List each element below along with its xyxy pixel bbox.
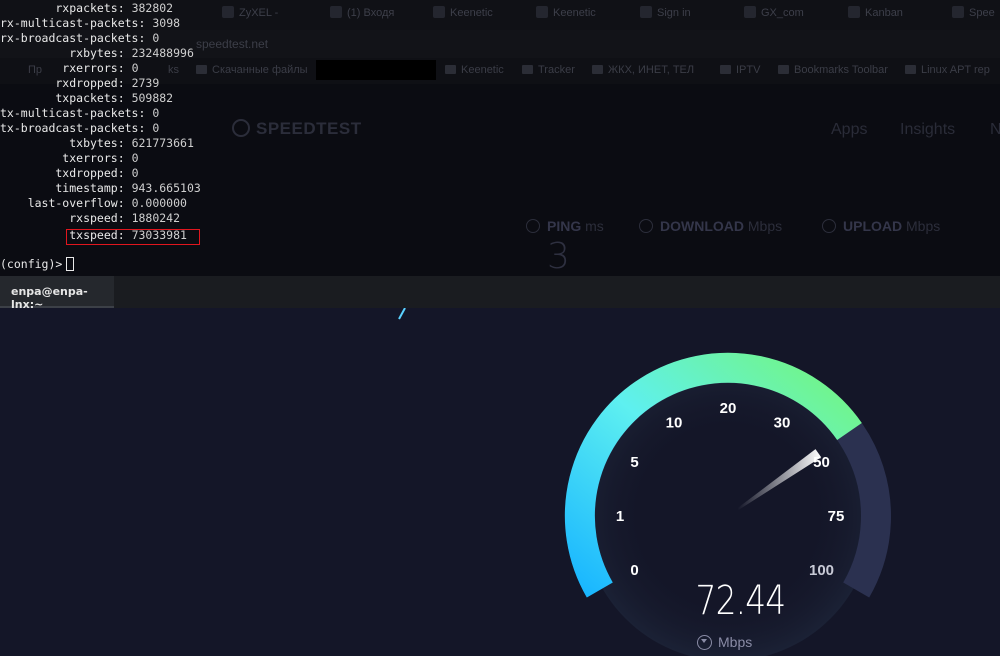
- terminal-line: tx-broadcast-packets: 0: [0, 121, 160, 135]
- terminal-output[interactable]: rxpackets: 382802 rx-multicast-packets: …: [0, 0, 1000, 276]
- terminal-line: timestamp: 943.665103: [0, 181, 201, 195]
- download-arrow-icon: [697, 635, 712, 650]
- highlight-box: [66, 229, 200, 245]
- terminal-line: txbytes: 621773661: [0, 136, 194, 150]
- gauge-tick-label: 100: [809, 562, 834, 579]
- speed-unit: Mbps: [697, 634, 752, 650]
- speed-gauge: 0151020305075100: [398, 308, 891, 656]
- gauge-tick-label: 30: [774, 415, 791, 432]
- gauge-tick-label: 20: [720, 400, 737, 417]
- terminal-line: rxerrors: 0: [0, 61, 139, 75]
- gauge-tick-label: 75: [828, 508, 845, 525]
- terminal-line: rxdropped: 2739: [0, 76, 160, 90]
- terminal-tab[interactable]: enpa@enpa-lnx:~: [0, 276, 114, 311]
- gauge-tick-label: 10: [666, 415, 683, 432]
- terminal-prompt[interactable]: (config)>: [0, 257, 75, 272]
- gauge-tick-label: 1: [616, 508, 624, 525]
- terminal-line: txpackets: 509882: [0, 91, 174, 105]
- terminal-line: tx-multicast-packets: 0: [0, 106, 160, 120]
- terminal-tab-strip: enpa@enpa-lnx:~: [0, 276, 1000, 311]
- terminal-line: txdropped: 0: [0, 166, 139, 180]
- terminal-line: rxbytes: 232488996: [0, 46, 194, 60]
- terminal-line: rx-broadcast-packets: 0: [0, 31, 160, 45]
- gauge-tick-label: 5: [630, 454, 638, 471]
- gauge-fragment: [398, 308, 406, 320]
- speedtest-panel: 0 1 5 10 20 30 50 75 100 72.44 Mbps: [0, 308, 1000, 656]
- gauge-tick-label: 0: [630, 562, 638, 579]
- terminal-line: rxpackets: 382802: [0, 1, 174, 15]
- terminal-line: txerrors: 0: [0, 151, 139, 165]
- text-cursor: [66, 257, 75, 271]
- terminal-line: rx-multicast-packets: 3098: [0, 16, 181, 30]
- speed-value: 72.44: [695, 578, 787, 624]
- terminal-line: rxspeed: 1880242: [0, 211, 181, 225]
- terminal-line: last-overflow: 0.000000: [0, 196, 187, 210]
